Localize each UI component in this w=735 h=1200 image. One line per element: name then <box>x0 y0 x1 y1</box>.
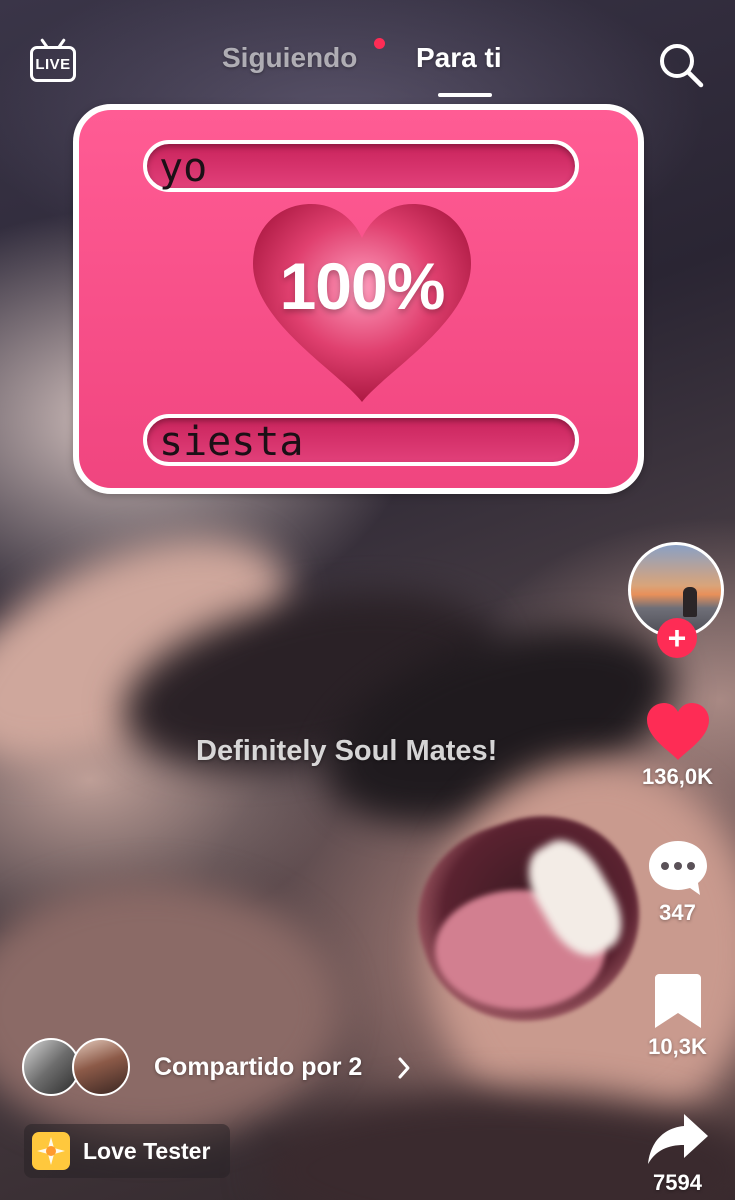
blurred-arm <box>0 880 340 1140</box>
share-arrow-icon <box>647 1114 708 1164</box>
like-button[interactable]: 136,0K <box>620 702 735 790</box>
shared-by-text: Compartido por 2 <box>154 1053 363 1081</box>
share-count: 7594 <box>653 1170 702 1195</box>
comment-button[interactable]: 347 <box>620 838 735 926</box>
top-bar: LIVE Siguiendo Para ti <box>0 0 735 110</box>
notification-dot <box>374 38 385 49</box>
name-bottom-text: siesta <box>159 419 304 465</box>
avatar-figure <box>683 587 697 617</box>
comment-count: 347 <box>659 900 696 925</box>
sharer-avatar <box>72 1038 130 1096</box>
heart-icon <box>646 703 709 760</box>
name-top-text: yo <box>159 145 208 191</box>
live-label: LIVE <box>35 55 71 73</box>
search-icon[interactable] <box>656 40 706 90</box>
effect-name: Love Tester <box>83 1138 211 1164</box>
like-count: 136,0K <box>642 764 713 789</box>
active-tab-indicator <box>438 93 492 97</box>
sparkle-icon <box>37 1137 65 1165</box>
share-button[interactable]: 7594 <box>620 1112 735 1196</box>
effect-caption: Definitely Soul Mates! <box>196 735 498 767</box>
save-count: 10,3K <box>648 1034 707 1059</box>
save-button[interactable]: 10,3K <box>620 972 735 1060</box>
tab-following[interactable]: Siguiendo <box>222 42 357 74</box>
match-percent: 100% <box>279 249 446 323</box>
live-tv-icon: LIVE <box>30 46 76 82</box>
effect-chip[interactable]: Love Tester <box>24 1124 230 1178</box>
live-button[interactable]: LIVE <box>30 38 80 84</box>
name-bar-bottom: siesta <box>143 414 579 466</box>
bookmark-icon <box>654 974 701 1028</box>
tab-for-you[interactable]: Para ti <box>416 42 502 74</box>
follow-button[interactable]: + <box>657 618 697 658</box>
love-tester-card: yo 100% siesta <box>73 104 644 494</box>
name-bar-top: yo <box>143 140 579 192</box>
comment-icon <box>648 841 707 895</box>
effect-thumbnail <box>32 1132 70 1170</box>
chevron-right-icon <box>398 1057 410 1079</box>
